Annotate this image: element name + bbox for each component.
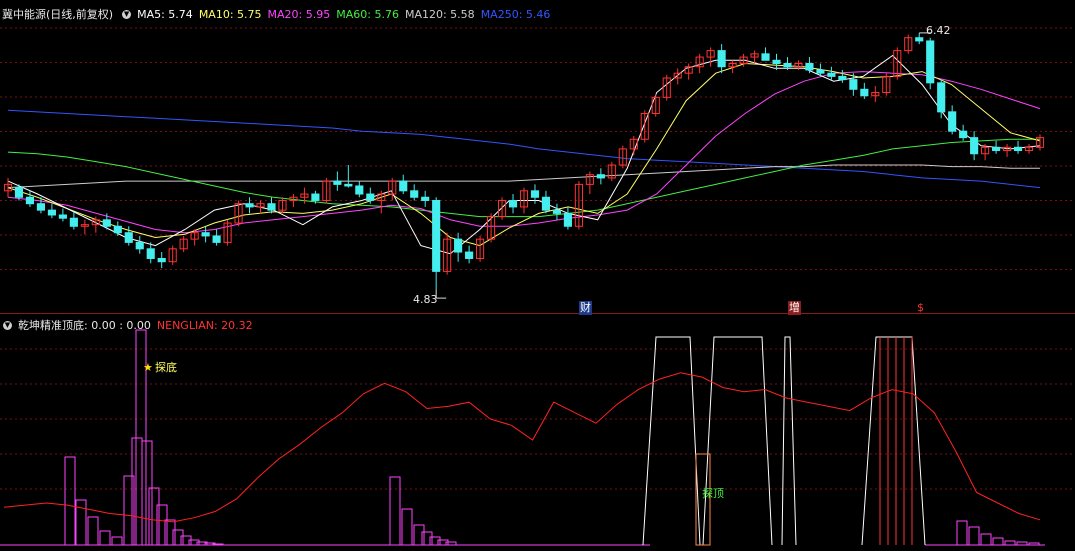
candle-body (541, 196, 551, 211)
ma120-line (7, 164, 1040, 189)
nenglian-label: NENGLIAN: 20.32 (156, 318, 253, 332)
candle-body (937, 82, 946, 113)
signal-bar (87, 516, 99, 546)
finance-marker[interactable]: 财 (579, 301, 592, 315)
candle-body (245, 203, 254, 208)
candle-body (124, 232, 133, 243)
candle-body (948, 111, 957, 132)
dropdown-chevron-icon[interactable]: ▼ (122, 9, 132, 19)
candle-body (201, 232, 210, 237)
candle-body (113, 225, 122, 234)
candle-body (344, 183, 353, 187)
candle-body (333, 180, 342, 185)
candle-body (267, 203, 276, 211)
signal-bar (401, 508, 413, 546)
candle-body (311, 193, 320, 201)
candle-body (25, 196, 35, 205)
signal-bar (111, 536, 123, 546)
candle-body (772, 59, 781, 65)
candle-body (47, 209, 56, 216)
indicator-values: : 0.00 : 0.00 (84, 318, 151, 332)
signal-bar (992, 537, 1004, 546)
candle-body (212, 235, 221, 243)
candle-body (454, 238, 463, 253)
candle-body (135, 241, 144, 250)
top-zone-outline (861, 336, 926, 546)
ma250-label: MA250: 5.46 (480, 7, 551, 21)
candle-body (399, 180, 408, 192)
candle-body (816, 69, 825, 74)
signal-bar (968, 526, 980, 546)
top-zone-outline (702, 336, 773, 546)
candle-body (157, 257, 166, 263)
candle-body (36, 203, 46, 211)
dollar-marker[interactable]: $ (917, 301, 924, 315)
ma120-label: MA120: 5.58 (404, 7, 475, 21)
candle-body (849, 79, 858, 90)
candle-body (58, 214, 67, 219)
signal-bar (1004, 540, 1016, 546)
ma10-line (7, 62, 1041, 247)
low-price-label: 4.83 (413, 293, 438, 306)
candle-body (1013, 146, 1023, 152)
top-zone-outline (642, 336, 701, 546)
settings-toggle-icon[interactable]: ▼ (3, 320, 12, 330)
candle-body (805, 63, 814, 71)
candle-body (421, 196, 430, 201)
star-icon: ★ (143, 361, 153, 374)
candle-body (838, 75, 847, 81)
zeng-marker[interactable]: 增 (788, 301, 801, 315)
candle-body (992, 146, 1001, 152)
candle-body (761, 53, 770, 61)
ma20-label: MA20: 5.95 (267, 7, 331, 21)
candle-body (530, 190, 540, 198)
signal-bar (956, 520, 968, 546)
indicator-header: ▼ 乾坤精准顶底 : 0.00 : 0.00 NENGLIAN: 20.32 (0, 317, 253, 333)
candle-body (827, 72, 836, 77)
candle-body (366, 193, 375, 201)
candle-body (860, 88, 869, 97)
signal-bar (64, 456, 76, 546)
candle-body (102, 219, 111, 227)
signal-bar (389, 476, 401, 546)
candle-body (970, 137, 979, 155)
signal-bar (141, 440, 153, 546)
ma60-label: MA60: 5.76 (336, 7, 399, 21)
ma5-line (7, 54, 1041, 255)
tandi-label: 探底 (155, 361, 177, 374)
candle-body (146, 248, 155, 259)
candle-body (783, 63, 792, 68)
candle-body (432, 199, 441, 272)
candle-body (915, 37, 924, 42)
candle-body (563, 212, 572, 227)
candle-body (596, 174, 605, 179)
ma10-label: MA10: 5.75 (198, 7, 262, 21)
signal-bar (99, 530, 111, 546)
candle-body (69, 217, 78, 227)
candle-body (959, 130, 968, 139)
candle-body (14, 187, 24, 198)
high-price-label: 6.42 (926, 24, 951, 37)
stock-chart-window: 冀中能源(日线,前复权) ▼ MA5: 5.74 MA10: 5.75 MA20… (0, 0, 1075, 551)
candle-body (552, 209, 562, 214)
ma5-label: MA5: 5.74 (137, 7, 193, 21)
top-zone-outline (781, 336, 797, 546)
indicator-name: 乾坤精准顶底 (18, 319, 84, 332)
ma250-line (7, 109, 1041, 189)
price-header: 冀中能源(日线,前复权) ▼ MA5: 5.74 MA10: 5.75 MA20… (0, 6, 550, 22)
tanding-label: 探顶 (702, 487, 724, 500)
candle-body (355, 185, 364, 195)
signal-bar (980, 533, 992, 546)
candle-body (465, 251, 474, 259)
candle-body (717, 50, 726, 68)
candle-body (926, 40, 935, 84)
candle-body (410, 190, 419, 198)
candle-body (508, 199, 518, 208)
chart-title: 冀中能源(日线,前复权) (2, 8, 114, 21)
chart-canvas (0, 27, 1075, 546)
